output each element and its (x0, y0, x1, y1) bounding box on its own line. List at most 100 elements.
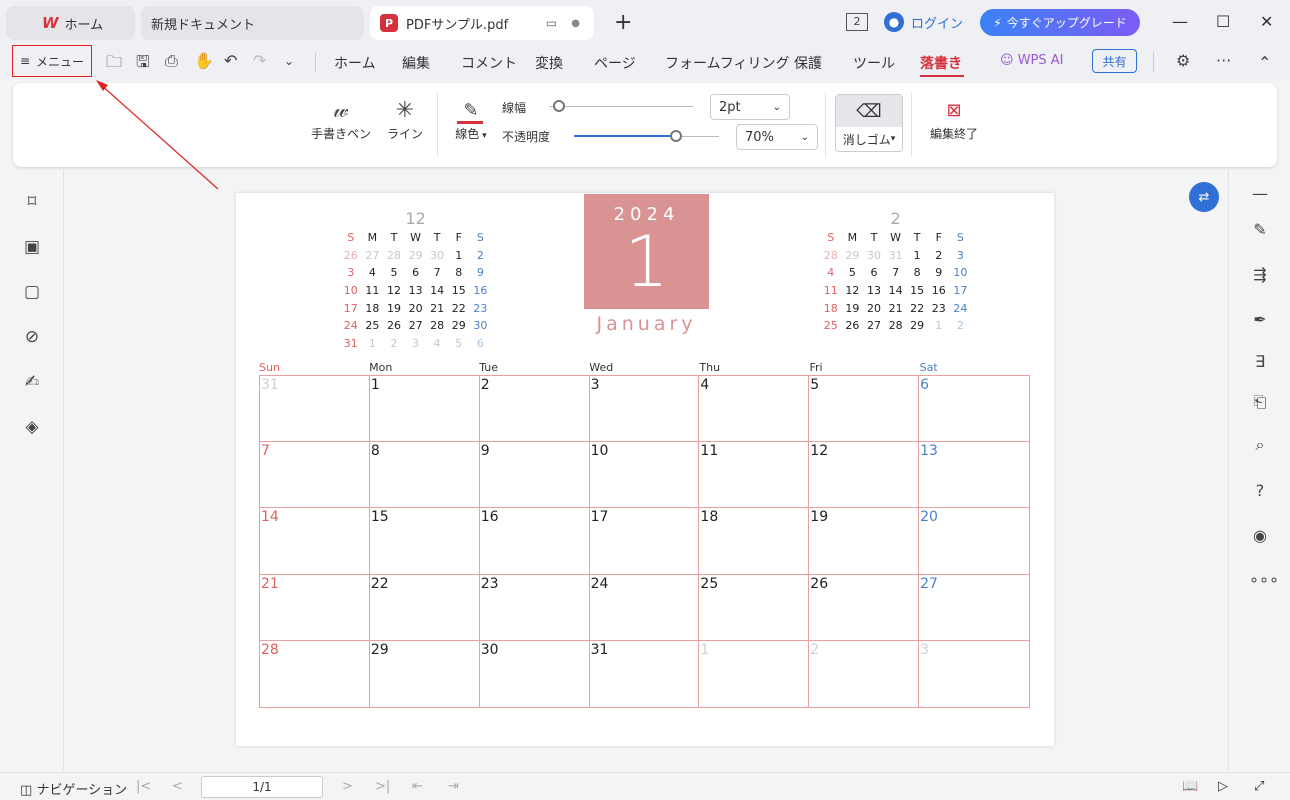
collapse-ribbon-icon[interactable]: ⌃ (1258, 53, 1271, 72)
menu-button[interactable]: ≡ メニュー (12, 45, 92, 77)
tab-scribble[interactable]: 落書き (920, 53, 962, 73)
weekday-name: Sat (919, 361, 938, 374)
calendar-day-cell: 12 (809, 442, 920, 509)
opacity-dropdown[interactable]: 70% ⌄ (736, 124, 818, 150)
mini-calendar-day: 12 (845, 284, 860, 298)
mini-calendar-day: 17 (343, 301, 358, 315)
edit-icon[interactable]: ✎ (1249, 220, 1271, 239)
calendar-day-cell: 9 (479, 442, 590, 509)
opacity-slider-knob[interactable] (670, 130, 682, 142)
finish-editing-button[interactable]: ⊠ 編集終了 (921, 97, 987, 142)
thumbnail-icon[interactable]: ▣ (22, 237, 42, 257)
mini-calendar-weekday: T (390, 231, 398, 245)
tab-home-ribbon[interactable]: ホーム (334, 53, 376, 73)
sign-icon[interactable]: ✒ (1249, 310, 1271, 329)
eraser-label-row: 消しゴム ▾ (836, 127, 902, 151)
close-window-button[interactable]: ✕ (1260, 12, 1273, 31)
help-icon[interactable]: ? (1249, 481, 1271, 500)
settings-gear-icon[interactable]: ⚙ (1176, 51, 1190, 70)
mini-calendar-day: 23 (931, 301, 946, 315)
more-options-icon[interactable]: ··· (1216, 51, 1231, 70)
save-icon[interactable]: 🖫 (136, 51, 150, 78)
comment-icon[interactable]: ▢ (22, 282, 42, 302)
forward-icon[interactable]: ⇥ (448, 779, 459, 794)
line-width-slider-knob[interactable] (553, 100, 565, 112)
mini-calendar-day: 10 (343, 284, 358, 298)
translate-float-icon[interactable]: ⇄ (1189, 182, 1219, 212)
tab-comment[interactable]: コメント (461, 53, 517, 73)
eraser-button[interactable]: ⌫ 消しゴム ▾ (835, 94, 903, 152)
calendar-day-number: 10 (590, 443, 609, 460)
window-count-button[interactable]: 2 (846, 13, 868, 31)
pdf-logo-icon: P (380, 14, 398, 32)
calendar-day-cell: 27 (919, 575, 1029, 641)
share-button[interactable]: 共有 (1092, 49, 1137, 73)
upgrade-button[interactable]: ⚡ 今すぐアップグレード (980, 9, 1140, 36)
calendar-day-cell: 18 (699, 508, 810, 575)
ocr-icon[interactable]: ⎗ (1249, 392, 1271, 412)
eye-icon[interactable]: ◉ (1249, 526, 1271, 545)
minimize-panel-icon[interactable]: — (1249, 184, 1271, 203)
mini-calendar-weekday: F (455, 231, 462, 245)
bookmark-icon[interactable]: ⌑ (22, 192, 42, 212)
login-button[interactable]: ● ログイン (884, 12, 963, 32)
tab-protect[interactable]: 保護 (794, 53, 822, 73)
compare-icon[interactable]: ∃ (1249, 352, 1271, 371)
line-width-dropdown[interactable]: 2pt ⌄ (710, 94, 790, 120)
calendar-day-cell: 6 (919, 376, 1029, 443)
mini-calendar-day: 6 (412, 266, 420, 280)
next-page-icon[interactable]: > (342, 779, 353, 794)
tab-page[interactable]: ページ (594, 53, 636, 73)
calendar-day-cell: 2 (809, 640, 920, 707)
tab-home[interactable]: W ホーム (6, 6, 135, 40)
line-width-slider-track[interactable] (549, 106, 693, 107)
fullscreen-icon[interactable]: ⤢ (1254, 779, 1264, 794)
undo-icon[interactable]: ↶ (224, 51, 237, 70)
status-bar: ◫ ナビゲーション |< < 1/1 > >| ⇤ ⇥ 📖 ▷ ⤢ (0, 772, 1290, 800)
line-button[interactable]: ✳ ライン (385, 97, 425, 142)
layers-icon[interactable]: ◈ (22, 417, 42, 437)
tab-tools[interactable]: ツール (853, 53, 895, 73)
opacity-value: 70% (745, 129, 774, 145)
monitor-icon[interactable]: ▭ (546, 16, 557, 30)
navigation-label: ナビゲーション (36, 783, 128, 798)
more-icon[interactable]: ∘∘∘ (1249, 570, 1279, 589)
page-number-input[interactable]: 1/1 (201, 776, 323, 798)
reading-mode-icon[interactable]: 📖 (1182, 779, 1198, 794)
mini-calendar-day: 21 (888, 301, 903, 315)
mini-calendar-day: 27 (365, 248, 380, 262)
tab-pdf-label: PDFサンプル.pdf (406, 17, 509, 33)
last-page-icon[interactable]: >| (375, 779, 390, 794)
play-icon[interactable]: ▷ (1218, 779, 1228, 794)
first-page-icon[interactable]: |< (136, 779, 151, 794)
hand-tool-icon[interactable]: ✋ (194, 51, 214, 70)
attachment-icon[interactable]: ⊘ (22, 327, 42, 347)
open-folder-icon[interactable]: 🗀 (106, 51, 122, 78)
tab-new-document[interactable]: 新規ドキュメント (141, 6, 364, 40)
print-icon[interactable]: ⎙ (165, 51, 178, 71)
export-icon[interactable]: ⇶ (1249, 265, 1271, 284)
navigation-button[interactable]: ◫ ナビゲーション (20, 779, 127, 798)
close-box-icon: ⊠ (946, 100, 962, 121)
line-color-button[interactable]: ✎ 線色 ▾ (451, 97, 491, 142)
tab-form-filling[interactable]: フォームフィリング (665, 53, 789, 73)
chevron-down-icon[interactable]: ⌄ (284, 54, 294, 68)
new-tab-button[interactable]: + (614, 10, 632, 35)
calendar-day-number: 8 (370, 443, 380, 460)
maximize-window-button[interactable]: ☐ (1216, 12, 1230, 31)
wps-ai-button[interactable]: ☺ WPS AI (1000, 53, 1064, 68)
tab-pdf[interactable]: P PDFサンプル.pdf ▭ ● (370, 6, 594, 40)
redo-icon[interactable]: ↷ (253, 51, 266, 70)
search-icon[interactable]: ⌕ (1249, 435, 1271, 455)
line-sparkle-icon: ✳ (395, 98, 415, 123)
signature-icon[interactable]: ✍ (22, 372, 42, 392)
handwriting-pen-button[interactable]: 𝓌 手書きペン (309, 97, 373, 142)
back-icon[interactable]: ⇤ (412, 779, 423, 794)
mini-calendar-day: 28 (430, 319, 445, 333)
prev-page-icon[interactable]: < (172, 779, 183, 794)
mini-calendar-header-row: SMTWTFS (340, 229, 491, 247)
tab-edit[interactable]: 編集 (402, 53, 430, 73)
calendar-day-number: 30 (480, 641, 499, 658)
minimize-window-button[interactable]: — (1172, 12, 1188, 31)
tab-convert[interactable]: 変換 (535, 53, 563, 73)
